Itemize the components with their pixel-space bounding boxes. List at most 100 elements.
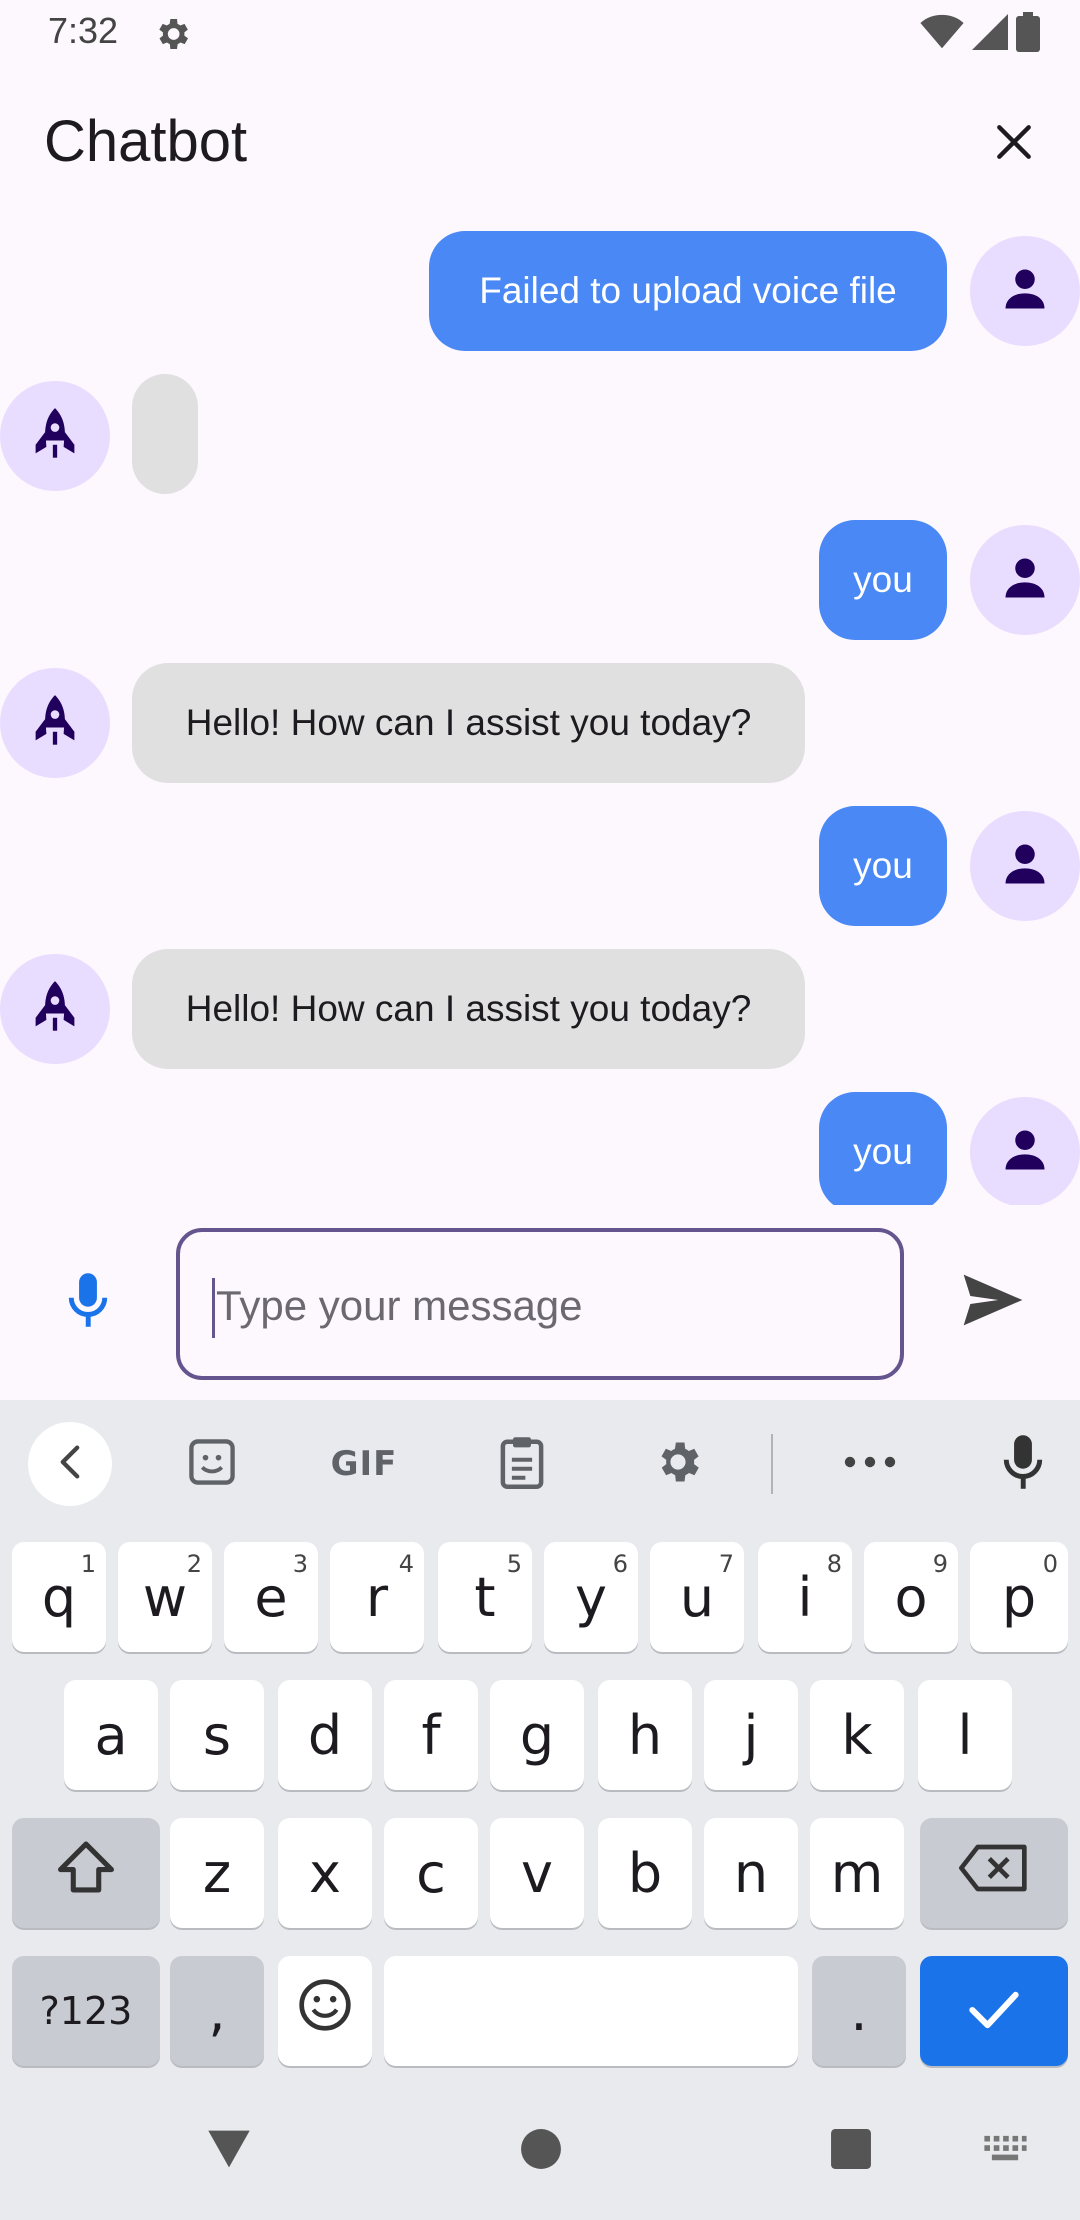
key-o[interactable]: o9 <box>864 1542 958 1652</box>
space-key[interactable] <box>384 1956 798 2066</box>
gear-icon <box>652 1436 704 1493</box>
key-h[interactable]: h <box>598 1680 692 1790</box>
page-title: Chatbot <box>44 109 248 174</box>
key-label: h <box>627 1703 663 1767</box>
key-hint: 6 <box>612 1550 628 1578</box>
key-l[interactable]: l <box>918 1680 1012 1790</box>
key-i[interactable]: i8 <box>758 1542 852 1652</box>
key-label: p <box>1001 1565 1037 1629</box>
voice-input-button[interactable] <box>58 1270 118 1334</box>
user-message-bubble: you <box>819 806 947 926</box>
checkmark-icon <box>968 1980 1020 2043</box>
status-bar: 7:32 <box>0 0 1080 68</box>
key-label: j <box>743 1703 759 1767</box>
person-icon <box>999 552 1051 609</box>
square-icon <box>830 2128 872 2175</box>
key-w[interactable]: w2 <box>118 1542 212 1652</box>
key-s[interactable]: s <box>170 1680 264 1790</box>
settings-icon <box>152 14 192 54</box>
sticker-button[interactable] <box>180 1432 244 1496</box>
key-label: . <box>850 1979 868 2043</box>
navigation-bar <box>0 2090 1080 2220</box>
emoji-key[interactable] <box>278 1956 372 2066</box>
key-p[interactable]: p0 <box>970 1542 1068 1652</box>
person-icon <box>999 838 1051 895</box>
key-r[interactable]: r4 <box>330 1542 424 1652</box>
keyboard-switch-button[interactable] <box>980 2126 1030 2176</box>
key-hint: 8 <box>826 1550 842 1578</box>
message-text: you <box>853 845 913 886</box>
shift-key[interactable] <box>12 1818 160 1928</box>
chevron-left-icon <box>54 1444 86 1485</box>
keyboard-settings-button[interactable] <box>648 1432 708 1496</box>
status-time: 7:32 <box>48 10 119 51</box>
key-b[interactable]: b <box>598 1818 692 1928</box>
key-f[interactable]: f <box>384 1680 478 1790</box>
key-g[interactable]: g <box>490 1680 584 1790</box>
key-hint: 7 <box>718 1550 734 1578</box>
key-y[interactable]: y6 <box>544 1542 638 1652</box>
key-label: x <box>309 1841 341 1905</box>
keyboard-back-button[interactable] <box>28 1422 112 1506</box>
key-n[interactable]: n <box>704 1818 798 1928</box>
bot-message-bubble <box>132 374 198 494</box>
key-t[interactable]: t5 <box>438 1542 532 1652</box>
chat-message-list[interactable]: Failed to upload voice file you Hello! H… <box>0 200 1080 1205</box>
keyboard-voice-button[interactable] <box>998 1432 1048 1496</box>
sticker-icon <box>186 1436 238 1493</box>
nav-home-button[interactable] <box>518 2126 564 2176</box>
close-button[interactable] <box>982 112 1046 176</box>
key-label: b <box>627 1841 663 1905</box>
key-k[interactable]: k <box>810 1680 904 1790</box>
gif-button[interactable]: GIF <box>326 1432 402 1496</box>
key-m[interactable]: m <box>810 1818 904 1928</box>
key-label: o <box>894 1565 928 1629</box>
key-x[interactable]: x <box>278 1818 372 1928</box>
key-a[interactable]: a <box>64 1680 158 1790</box>
person-icon <box>999 263 1051 320</box>
message-input[interactable]: Type your message <box>176 1228 904 1380</box>
signal-icon <box>972 13 1008 55</box>
key-label: q <box>41 1565 77 1629</box>
toolbar-divider <box>771 1434 773 1494</box>
key-label: t <box>474 1565 496 1629</box>
key-label: ?123 <box>39 1989 133 2033</box>
key-label: u <box>679 1565 715 1629</box>
status-icons <box>920 11 1040 55</box>
key-e[interactable]: e3 <box>224 1542 318 1652</box>
person-icon <box>999 1124 1051 1181</box>
send-button[interactable] <box>958 1270 1028 1334</box>
key-q[interactable]: q1 <box>12 1542 106 1652</box>
key-hint: 4 <box>398 1550 414 1578</box>
key-z[interactable]: z <box>170 1818 264 1928</box>
user-message-bubble: Failed to upload voice file <box>429 231 947 351</box>
backspace-key[interactable] <box>920 1818 1068 1928</box>
nav-recents-button[interactable] <box>828 2126 874 2176</box>
clipboard-button[interactable] <box>494 1432 550 1496</box>
more-horizontal-icon <box>844 1455 896 1474</box>
bot-avatar <box>0 668 110 778</box>
comma-key[interactable]: , <box>170 1956 264 2066</box>
key-d[interactable]: d <box>278 1680 372 1790</box>
more-options-button[interactable] <box>840 1432 900 1496</box>
bot-avatar <box>0 954 110 1064</box>
symbols-key[interactable]: ?123 <box>12 1956 160 2066</box>
rocket-icon <box>29 693 81 754</box>
user-avatar <box>970 1097 1080 1205</box>
app-bar: Chatbot <box>0 90 1080 190</box>
key-hint: 1 <box>80 1550 96 1578</box>
key-c[interactable]: c <box>384 1818 478 1928</box>
enter-key[interactable] <box>920 1956 1068 2066</box>
key-j[interactable]: j <box>704 1680 798 1790</box>
keyboard-toolbar: GIF <box>0 1400 1080 1528</box>
rocket-icon <box>29 979 81 1040</box>
gif-label: GIF <box>330 1444 398 1484</box>
key-hint: 0 <box>1042 1550 1058 1578</box>
key-u[interactable]: u7 <box>650 1542 744 1652</box>
triangle-down-icon <box>206 2128 252 2175</box>
message-text: you <box>853 1131 913 1172</box>
nav-back-button[interactable] <box>204 2126 254 2176</box>
period-key[interactable]: . <box>812 1956 906 2066</box>
key-v[interactable]: v <box>490 1818 584 1928</box>
user-message-bubble: you <box>819 520 947 640</box>
